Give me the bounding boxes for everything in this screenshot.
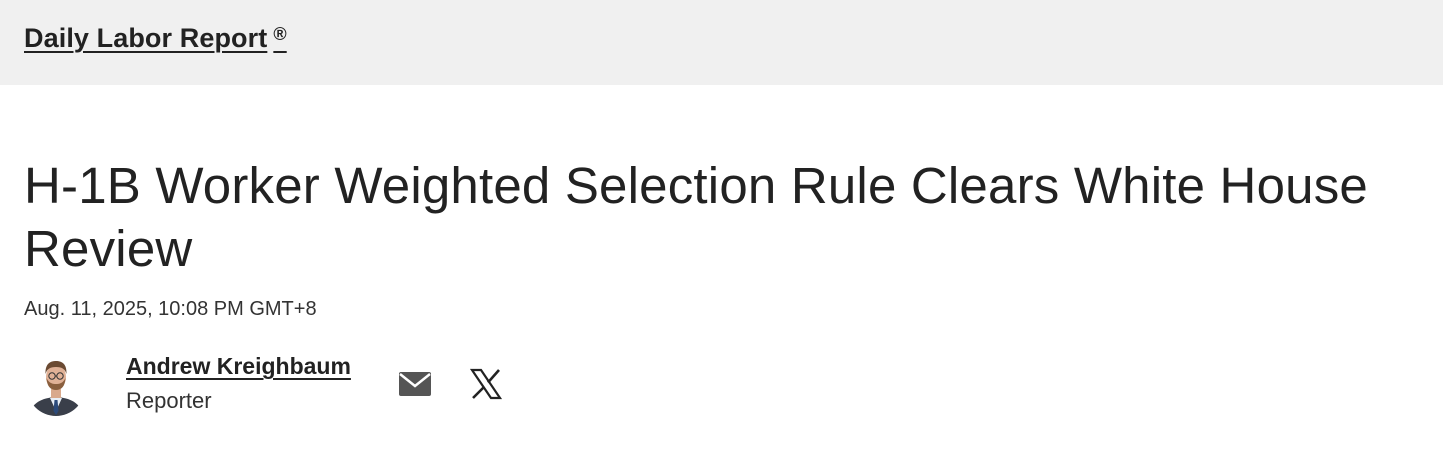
follow-on-x-button[interactable]: [468, 366, 504, 402]
envelope-icon: [399, 372, 431, 396]
email-author-button[interactable]: [397, 366, 433, 402]
registered-mark: ®: [273, 24, 287, 44]
article-dateline: Aug. 11, 2025, 10:08 PM GMT+8: [24, 298, 317, 320]
author-byline: Andrew Kreighbaum Reporter: [24, 350, 544, 420]
section-link-label: Daily Labor Report: [24, 23, 268, 53]
section-link-daily-labor-report[interactable]: Daily Labor Report ®: [24, 23, 287, 54]
author-avatar[interactable]: [27, 353, 85, 417]
author-role: Reporter: [126, 388, 212, 413]
top-bar: Daily Labor Report ®: [0, 0, 1443, 85]
article-headline: H-1B Worker Weighted Selection Rule Clea…: [24, 157, 1368, 277]
x-logo-icon: [469, 368, 503, 400]
author-name-link[interactable]: Andrew Kreighbaum: [126, 353, 351, 380]
